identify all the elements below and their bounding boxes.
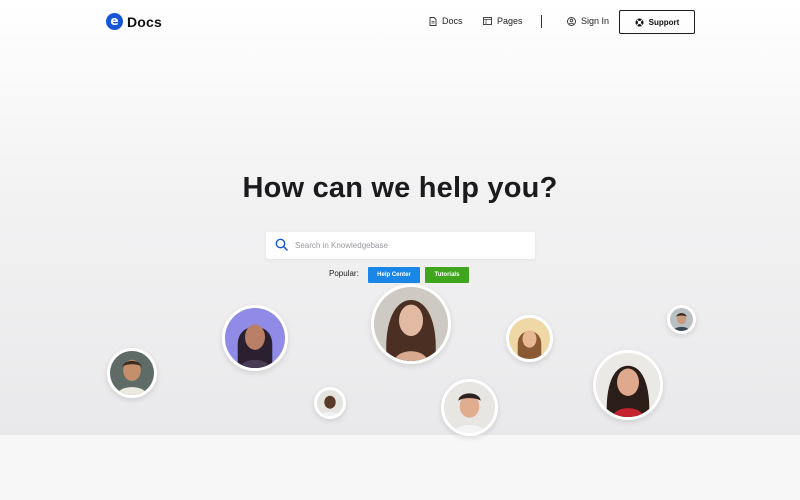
page-headline: How can we help you? [242, 172, 558, 204]
nav-sign-in-label: Sign In [581, 16, 610, 26]
avatar [314, 387, 346, 419]
tag-tutorials[interactable]: Tutorials [425, 267, 469, 283]
lifebuoy-icon [635, 18, 644, 26]
avatar [371, 284, 451, 364]
nav-docs-label: Docs [442, 16, 463, 26]
avatar [222, 305, 288, 371]
nav-sign-in[interactable]: Sign In [567, 16, 609, 26]
search-icon [275, 238, 288, 251]
logo-icon: e [106, 13, 123, 30]
avatar [506, 315, 553, 362]
support-button[interactable]: Support [619, 10, 695, 34]
search-box[interactable] [266, 232, 535, 259]
avatar [441, 379, 498, 436]
lower-section [0, 435, 800, 500]
avatar [107, 348, 157, 398]
user-icon [567, 16, 576, 26]
support-button-label: Support [648, 17, 680, 27]
document-icon [429, 16, 437, 26]
nav-pages-label: Pages [497, 16, 523, 26]
popular-label: Popular: [329, 269, 359, 278]
nav-docs[interactable]: Docs [429, 16, 463, 26]
tag-help-center[interactable]: Help Center [368, 267, 420, 283]
logo[interactable]: e Docs [106, 13, 162, 30]
nav-pages[interactable]: Pages [483, 16, 523, 26]
avatar [667, 305, 696, 334]
pages-icon [483, 17, 492, 25]
avatar [593, 350, 663, 420]
logo-text: Docs [127, 13, 163, 30]
nav-divider [541, 15, 542, 28]
search-input[interactable] [295, 232, 527, 259]
